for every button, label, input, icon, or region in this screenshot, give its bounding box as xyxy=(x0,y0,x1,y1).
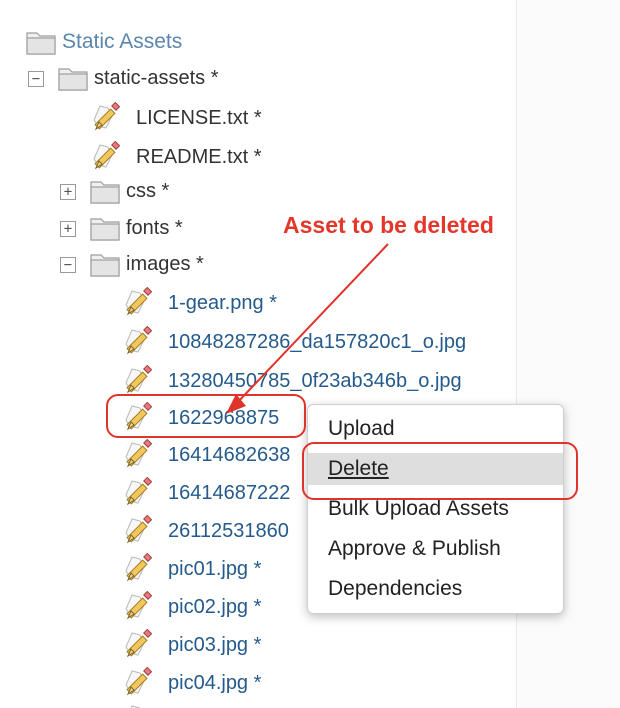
tree-image-file[interactable]: 13280450785_0f23ab346b_o.jpg xyxy=(122,363,462,399)
folder-icon xyxy=(90,215,120,241)
tree-folder-css[interactable]: css * xyxy=(90,173,169,209)
edit-pencil-icon xyxy=(122,287,154,319)
edit-pencil-icon xyxy=(122,365,154,397)
toggle-glyph: − xyxy=(31,71,41,87)
tree-image-file[interactable]: 1-gear.png * xyxy=(122,285,277,321)
edit-pencil-icon xyxy=(90,102,122,134)
edit-pencil-icon xyxy=(122,439,154,471)
tree-image-file[interactable]: pic04.jpg * xyxy=(122,665,261,701)
tree-file-label: pic03.jpg * xyxy=(168,633,262,656)
edit-pencil-icon xyxy=(122,702,154,708)
menu-item-dependencies[interactable]: Dependencies xyxy=(308,573,563,605)
tree-file-label: 10848287286_da157820c1_o.jpg xyxy=(168,330,467,353)
tree-file-label: 26112531860 xyxy=(168,519,289,542)
tree-folder-label: static-assets * xyxy=(94,66,219,89)
tree-image-file[interactable]: 16414682638 xyxy=(122,437,290,473)
edit-pencil-icon xyxy=(122,667,154,699)
tree-image-file[interactable]: pic03.jpg * xyxy=(122,627,261,663)
tree-folder-label: fonts * xyxy=(126,216,183,239)
edit-pencil-icon xyxy=(122,477,154,509)
folder-icon xyxy=(90,251,120,277)
tree-image-file[interactable]: 16414687222 xyxy=(122,475,290,511)
tree-file-license[interactable]: LICENSE.txt * xyxy=(90,100,262,136)
edit-pencil-icon xyxy=(122,629,154,661)
menu-item-bulk-upload-assets[interactable]: Bulk Upload Assets xyxy=(308,493,563,525)
edit-pencil-icon xyxy=(122,402,154,434)
expand-toggle-fonts[interactable]: + xyxy=(60,221,76,237)
tree-file-label: 16414687222 xyxy=(168,481,291,504)
collapse-toggle-images[interactable]: − xyxy=(60,257,76,273)
annotation-label: Asset to be deleted xyxy=(283,212,494,238)
menu-item-delete[interactable]: Delete xyxy=(308,453,563,485)
tree-file-label: pic04.jpg * xyxy=(168,671,262,694)
tree-image-file[interactable]: pic02.jpg * xyxy=(122,589,261,625)
toggle-glyph: + xyxy=(63,221,73,237)
tree-file-readme[interactable]: README.txt * xyxy=(90,139,262,175)
edit-pencil-icon xyxy=(122,515,154,547)
tree-file-label: pic02.jpg * xyxy=(168,595,262,618)
tree-file-label: README.txt * xyxy=(136,145,262,168)
tree-file-label: 1622968875 xyxy=(168,406,280,429)
context-menu: Upload Delete Bulk Upload Assets Approve… xyxy=(307,404,564,614)
menu-item-approve-publish[interactable]: Approve & Publish xyxy=(308,533,563,565)
tree-image-file[interactable]: pic01.jpg * xyxy=(122,551,261,587)
tree-image-file[interactable]: 26112531860 xyxy=(122,513,289,549)
tree-file-label: pic01.jpg * xyxy=(168,557,262,580)
edit-pencil-icon xyxy=(90,141,122,173)
edit-pencil-icon xyxy=(122,553,154,585)
folder-icon xyxy=(26,29,56,55)
tree-image-file-partial[interactable] xyxy=(122,700,168,708)
folder-icon xyxy=(90,178,120,204)
edit-pencil-icon xyxy=(122,326,154,358)
tree-root-label: Static Assets xyxy=(62,30,183,53)
edit-pencil-icon xyxy=(122,591,154,623)
expand-toggle-css[interactable]: + xyxy=(60,184,76,200)
tree-image-file[interactable]: 10848287286_da157820c1_o.jpg xyxy=(122,324,466,360)
tree-folder-fonts[interactable]: fonts * xyxy=(90,210,183,246)
tree-folder-images[interactable]: images * xyxy=(90,246,204,282)
folder-icon xyxy=(58,65,88,91)
tree-file-label: 13280450785_0f23ab346b_o.jpg xyxy=(168,369,462,392)
tree-folder-label: css * xyxy=(126,179,170,202)
tree-file-label: LICENSE.txt * xyxy=(136,106,262,129)
collapse-toggle-static-assets[interactable]: − xyxy=(28,71,44,87)
tree-file-label: 1-gear.png * xyxy=(168,291,277,314)
tree-folder-static-assets[interactable]: static-assets * xyxy=(58,60,218,96)
menu-item-upload[interactable]: Upload xyxy=(308,413,563,445)
tree-root-static-assets[interactable]: Static Assets xyxy=(26,24,182,60)
tree-file-label: 16414682638 xyxy=(168,443,291,466)
tree-folder-label: images * xyxy=(126,252,204,275)
toggle-glyph: − xyxy=(63,257,73,273)
toggle-glyph: + xyxy=(63,184,73,200)
tree-image-file-selected[interactable]: 1622968875 xyxy=(122,400,279,436)
